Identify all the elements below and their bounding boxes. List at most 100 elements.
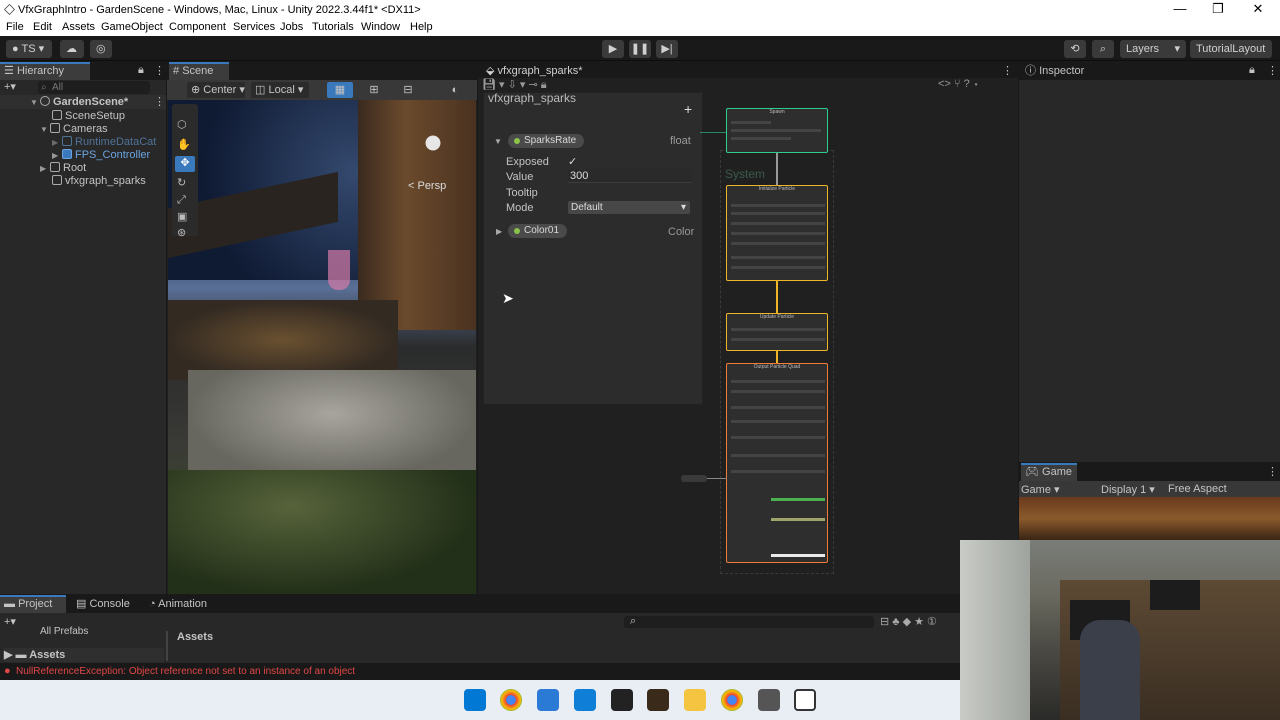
history-button[interactable]: ⟲ [1064, 40, 1086, 58]
menu-help[interactable]: Help [410, 21, 433, 33]
draw-mode-button[interactable]: ◐ [441, 82, 469, 98]
create-button[interactable]: +▾ [4, 615, 16, 628]
grid-plane-button[interactable]: ⊟ [395, 82, 421, 98]
hidden-count-icon[interactable]: ① [927, 616, 937, 628]
space-dropdown[interactable]: ◫ Local ▾ [251, 82, 309, 98]
add-property-button[interactable]: + [684, 101, 692, 117]
vscode-icon[interactable] [574, 689, 596, 711]
persp-label[interactable]: < Persp [408, 180, 446, 192]
more-icon[interactable]: ⋮ [154, 64, 165, 77]
layers-dropdown[interactable]: Layers ▾ [1120, 40, 1186, 58]
account-button[interactable]: ● TS ▾ [6, 40, 52, 58]
snap-increment-button[interactable]: ⊞ [361, 82, 387, 98]
output-node[interactable]: Output Particle Quad [726, 363, 828, 563]
menu-services[interactable]: Services [233, 21, 275, 33]
property-node[interactable] [681, 475, 707, 482]
more-icon[interactable]: ⋮ [154, 95, 165, 109]
menu-assets[interactable]: Assets [62, 21, 95, 33]
value-input[interactable]: 300 [568, 169, 692, 183]
splitter[interactable] [166, 631, 168, 661]
more-icon[interactable]: ⋮ [1267, 465, 1278, 478]
file-explorer-icon[interactable] [684, 689, 706, 711]
scale-tool-icon[interactable]: ⤢ [177, 194, 186, 207]
view-gizmo[interactable] [416, 126, 450, 160]
tab-project[interactable]: ▬ Project [0, 595, 66, 613]
menu-window[interactable]: Window [361, 21, 400, 33]
hierarchy-item-cameras[interactable]: ▼ Cameras [0, 122, 108, 136]
minimize-button[interactable]: — [1170, 2, 1190, 18]
view-tool-icon[interactable]: ⬡ [177, 118, 187, 131]
tab-hierarchy[interactable]: ☰ Hierarchy [0, 62, 90, 80]
tab-game[interactable]: 🎮︎ Game [1021, 463, 1077, 481]
layout-dropdown[interactable]: TutorialLayout ▾ [1190, 40, 1272, 73]
hierarchy-item-runtimedatacat[interactable]: ▶ RuntimeDataCat [0, 135, 166, 149]
more-icon[interactable]: ⋮ [1267, 64, 1278, 77]
expand-arrow-icon[interactable]: ▶ [496, 227, 502, 236]
update-node[interactable]: Update Particle [726, 313, 828, 351]
hierarchy-item-fps-controller[interactable]: ▶ FPS_Controller [0, 148, 150, 162]
lock-icon[interactable]: 🔒︎ [138, 64, 144, 77]
breadcrumb[interactable]: Assets [177, 631, 213, 643]
game-viewport[interactable] [1019, 497, 1280, 540]
more-icon[interactable]: ⋮ [1002, 64, 1013, 77]
link-icon[interactable]: ⊸ [528, 79, 537, 91]
star-icon[interactable]: ★ [914, 616, 924, 628]
initialize-node[interactable]: Initialize Particle [726, 185, 828, 281]
aspect-dropdown[interactable]: Free Aspect [1168, 483, 1227, 495]
unity-hub-icon[interactable] [758, 689, 780, 711]
hierarchy-item-scenesetup[interactable]: SceneSetup [0, 109, 125, 123]
assets-folder[interactable]: ▶ ▬ Assets [4, 648, 164, 662]
hierarchy-item-gardenscene[interactable]: ▼ GardenScene* ⋮ [0, 95, 166, 109]
property-color01[interactable]: Color01 [508, 224, 568, 238]
menu-edit[interactable]: Edit [33, 21, 52, 33]
chrome-icon[interactable] [500, 689, 522, 711]
branch-icon[interactable]: ⑂ [954, 78, 961, 90]
display-dropdown[interactable]: Display 1 ▾ [1101, 483, 1155, 496]
rotate-tool-icon[interactable]: ↻ [177, 176, 186, 189]
lock-icon[interactable]: 🔒︎ [1249, 64, 1255, 77]
label-icon[interactable]: ◆ [903, 616, 911, 628]
menu-gameobject[interactable]: GameObject [101, 21, 163, 33]
hand-tool-icon[interactable]: ✋ [177, 138, 191, 151]
unity-icon[interactable] [794, 689, 816, 711]
terminal-icon[interactable] [611, 689, 633, 711]
tab-scene[interactable]: # Scene [169, 62, 229, 80]
windows-start-icon[interactable] [464, 689, 486, 711]
step-button[interactable]: ▶| [656, 40, 678, 58]
help-icon[interactable]: ? [964, 78, 970, 90]
tab-animation[interactable]: ◔ Animation [145, 595, 225, 613]
type-icon[interactable]: ♣ [892, 616, 899, 628]
scene-viewport[interactable]: < Persp ⬡ ✋ ✥ ↻ ⤢ ▣ ⊛ [168, 100, 476, 594]
menu-component[interactable]: Component [169, 21, 226, 33]
rect-tool-icon[interactable]: ▣ [177, 210, 187, 223]
menu-jobs[interactable]: Jobs [280, 21, 303, 33]
app-icon[interactable] [647, 689, 669, 711]
hierarchy-item-root[interactable]: ▶ Root [0, 161, 86, 175]
hierarchy-search-input[interactable]: ⌕ All [38, 81, 150, 94]
move-tool-icon[interactable]: ✥ [175, 156, 195, 172]
save-icon[interactable]: 💾︎ [482, 79, 496, 91]
pause-button[interactable]: ❚❚ [629, 40, 651, 58]
collab-button[interactable]: ◎ [90, 40, 112, 58]
tab-console[interactable]: ▤ Console [72, 595, 138, 613]
add-button[interactable]: +▾ [4, 80, 22, 94]
cloud-button[interactable]: ☁ [60, 40, 84, 58]
spawn-node[interactable]: Spawn [726, 108, 828, 153]
project-search-input[interactable]: ⌕ [624, 615, 874, 628]
menu-tutorials[interactable]: Tutorials [312, 21, 354, 33]
hierarchy-item-vfxgraph-sparks[interactable]: vfxgraph_sparks [0, 174, 146, 188]
mode-dropdown[interactable]: Default ▾ [568, 201, 690, 214]
lock-icon[interactable]: 🔒︎ [541, 79, 547, 91]
compile-icon[interactable]: ⇩ [508, 79, 517, 91]
collapse-arrow-icon[interactable]: ▼ [494, 137, 502, 146]
close-button[interactable]: ✕ [1248, 2, 1268, 18]
error-message[interactable]: NullReferenceException: Object reference… [16, 666, 355, 677]
exposed-checkbox[interactable]: ✓ [568, 155, 577, 168]
tab-inspector[interactable]: ⓘ Inspector [1021, 62, 1101, 80]
filter-icon[interactable]: ⊟ [880, 616, 889, 628]
search-button[interactable]: ⌕ [1092, 40, 1114, 58]
chrome-icon[interactable] [721, 689, 743, 711]
game-mode-dropdown[interactable]: Game ▾ [1021, 483, 1060, 496]
restore-button[interactable]: ❐ [1208, 2, 1228, 18]
menu-file[interactable]: File [6, 21, 24, 33]
